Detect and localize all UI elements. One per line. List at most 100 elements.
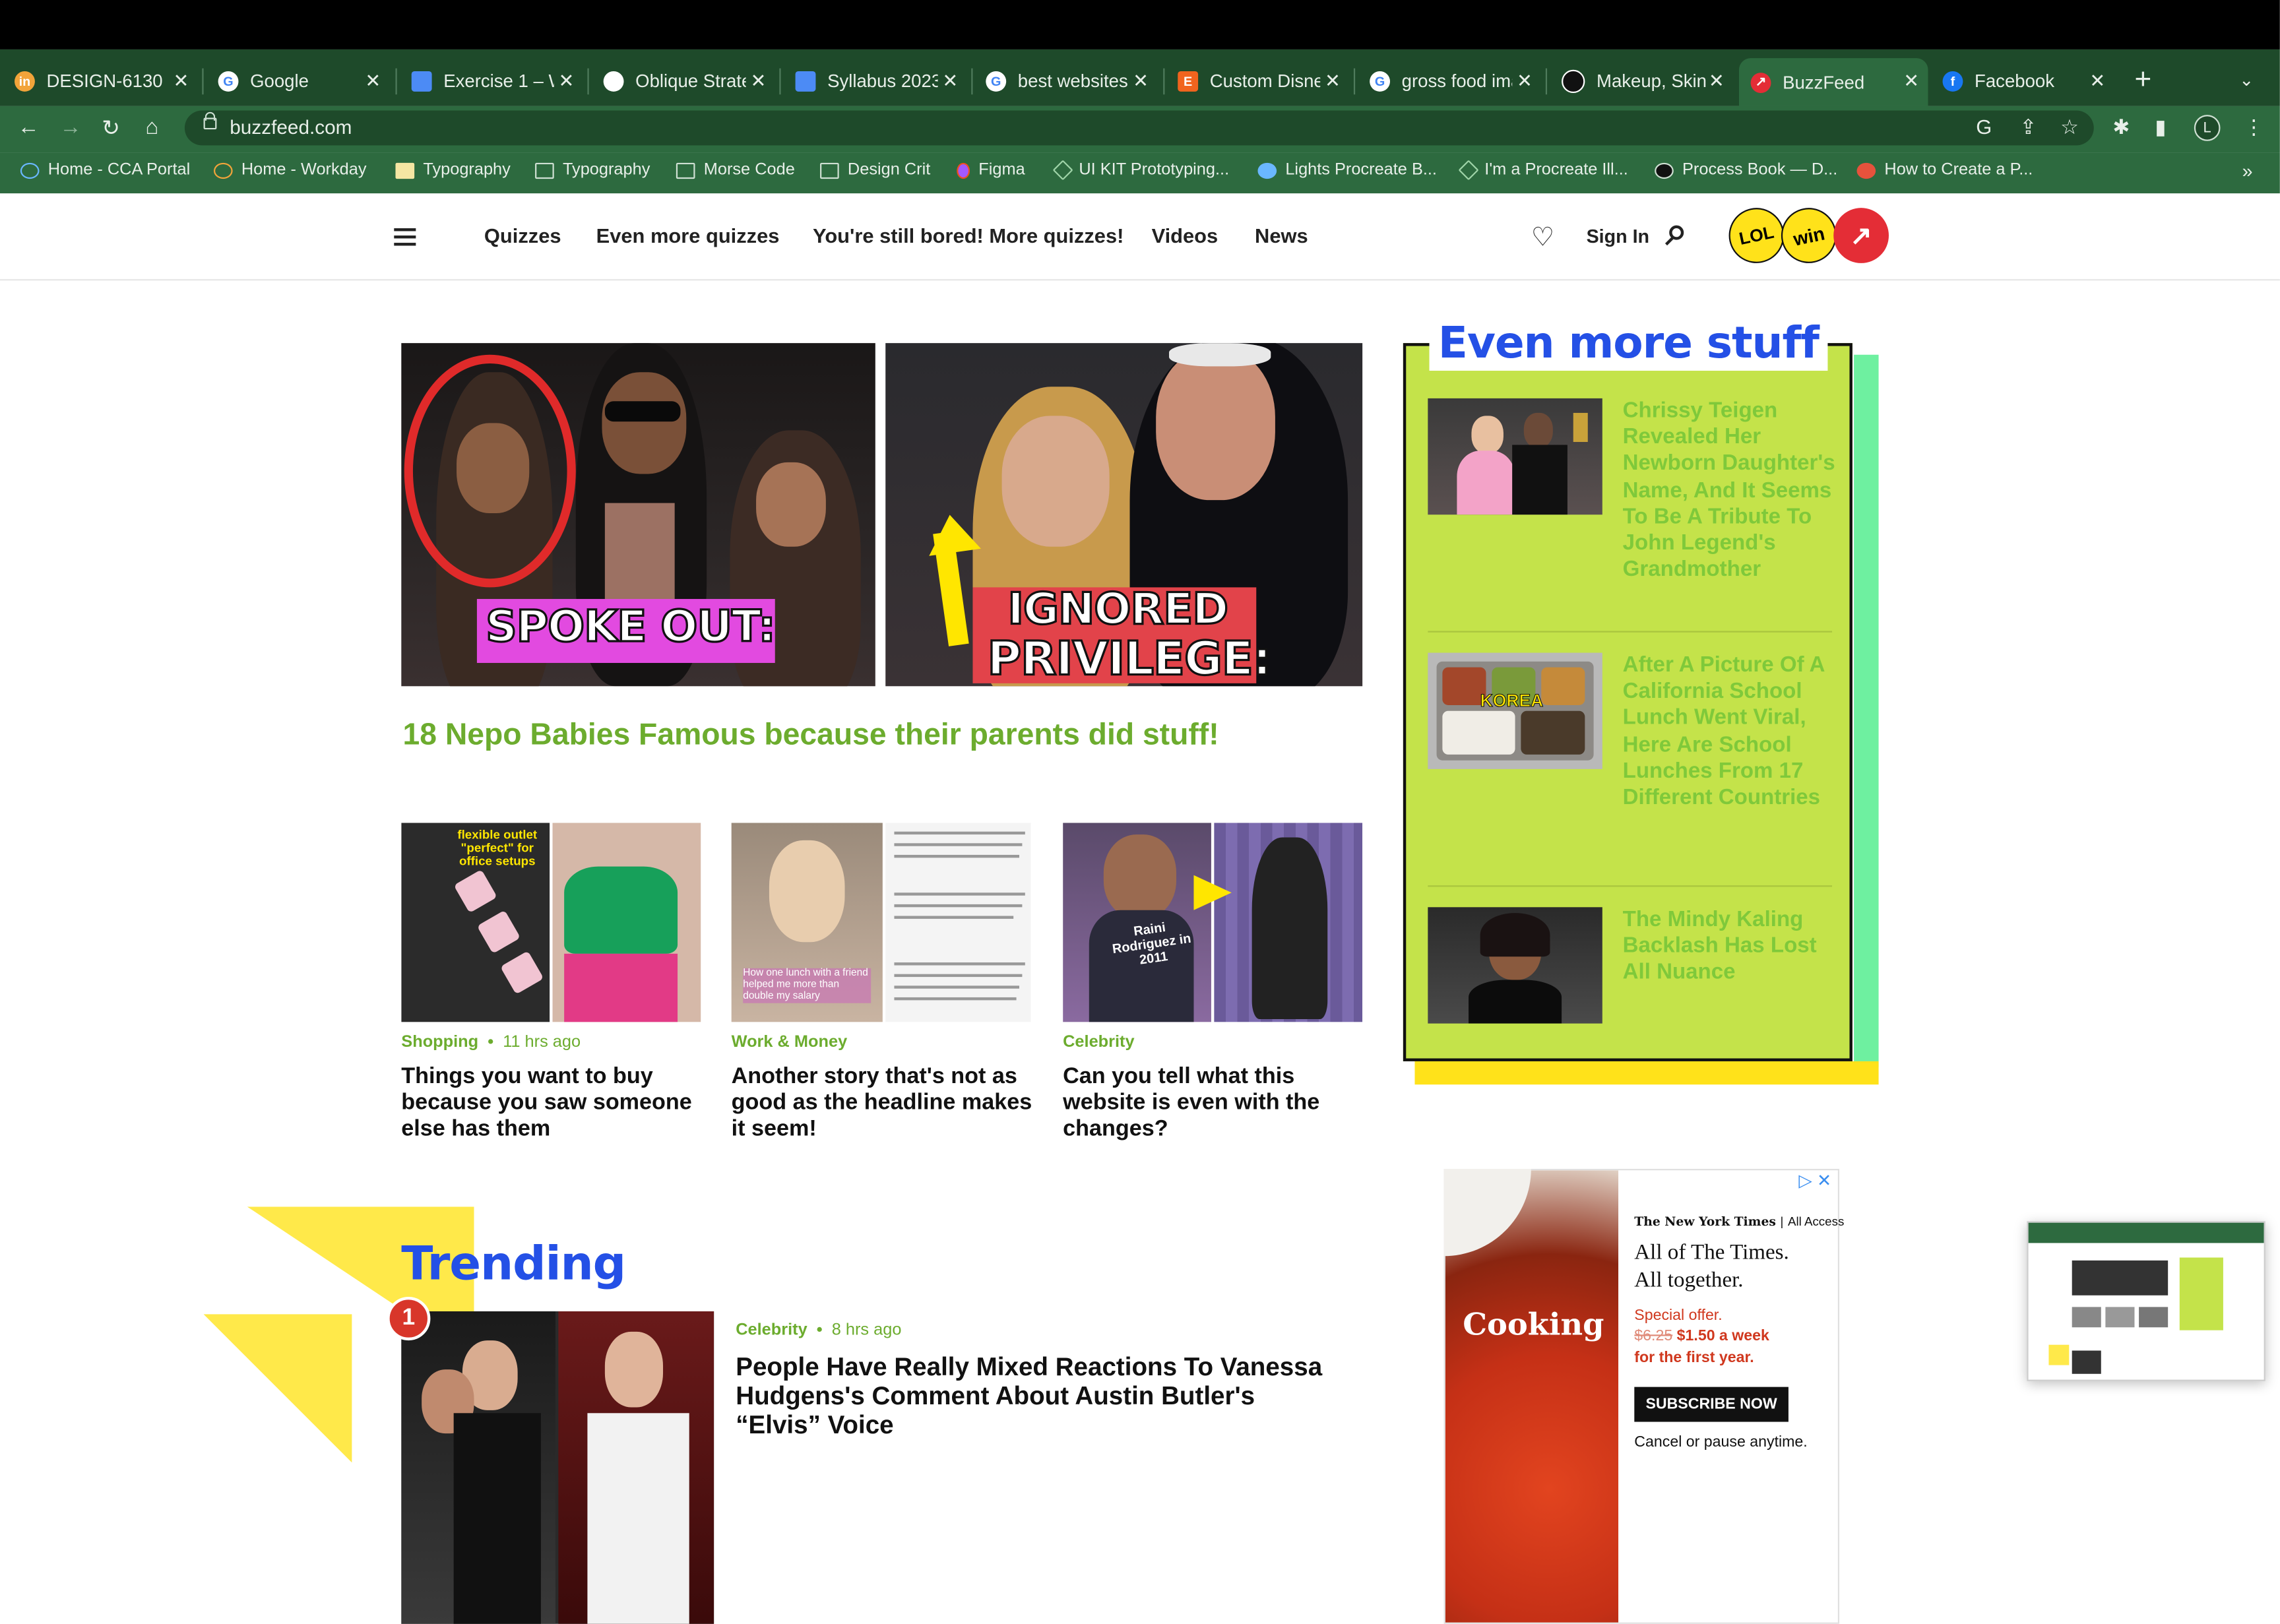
google-lens-icon[interactable]: G xyxy=(1976,115,1992,138)
nav-videos[interactable]: Videos xyxy=(1152,224,1219,247)
bookmark-typography-2[interactable]: Typography xyxy=(535,162,650,179)
folder-icon xyxy=(535,162,554,178)
bookmark-workday[interactable]: Home - Workday xyxy=(213,162,367,179)
tab-exercise[interactable]: Exercise 1 – W ✕ xyxy=(411,58,583,105)
reload-icon[interactable]: ↻ xyxy=(102,115,120,141)
card-title[interactable]: Another story that's not as good as the … xyxy=(732,1064,1037,1142)
bookmarks-overflow-icon[interactable]: » xyxy=(2242,160,2253,181)
bookmark-cca-portal[interactable]: Home - CCA Portal xyxy=(20,162,190,179)
bookmark-procreate-ill[interactable]: I'm a Procreate Ill... xyxy=(1458,160,1628,181)
food-shape xyxy=(1521,710,1585,755)
home-icon[interactable]: ⌂ xyxy=(145,115,158,139)
sidebar-item-title[interactable]: After A Picture Of A California School L… xyxy=(1623,653,1841,812)
ad-close-icon[interactable]: ▷ ✕ xyxy=(1798,1170,1831,1191)
heart-icon[interactable]: ♡ xyxy=(1531,222,1555,253)
card-title[interactable]: Can you tell what this website is even w… xyxy=(1063,1064,1368,1142)
article-thumbnail[interactable]: flexible outlet "perfect" for office set… xyxy=(401,823,701,1022)
screenshot-preview[interactable] xyxy=(2027,1221,2265,1381)
ad-subscribe-button[interactable]: SUBSCRIBE NOW xyxy=(1634,1387,1789,1422)
sidebar-thumbnail[interactable] xyxy=(1428,398,1602,515)
tab-design[interactable]: in DESIGN-6130- ✕ xyxy=(15,58,198,105)
article-thumbnail[interactable]: How one lunch with a friend helped me mo… xyxy=(731,823,1031,1022)
close-icon[interactable]: ✕ xyxy=(173,70,189,93)
extensions-icon[interactable]: ✱ xyxy=(2112,115,2130,139)
side-panel-icon[interactable]: ▮ xyxy=(2155,115,2166,139)
docs-icon xyxy=(795,71,816,92)
hero-headline[interactable]: 18 Nepo Babies Famous because their pare… xyxy=(403,718,1219,753)
url-text[interactable]: buzzfeed.com xyxy=(230,116,352,138)
menu-dots-icon[interactable]: ⋮ xyxy=(2244,115,2264,139)
article-thumbnail[interactable]: Raini Rodriguez in 2011 xyxy=(1063,823,1363,1022)
tab-buzzfeed[interactable]: ↗ BuzzFeed ✕ xyxy=(1738,58,1928,106)
bookmark-ui-kit[interactable]: UI KIT Prototyping... xyxy=(1052,160,1229,181)
back-icon[interactable]: ← xyxy=(17,115,39,139)
tab-title: gross food ima xyxy=(1401,71,1513,92)
tab-gross-food[interactable]: G gross food ima ✕ xyxy=(1370,58,1541,105)
close-icon[interactable]: ✕ xyxy=(942,70,958,93)
bookmark-typography-1[interactable]: Typography xyxy=(395,162,511,179)
trending-arrow-icon[interactable]: ↗ xyxy=(1833,208,1889,263)
sidebar-item-title[interactable]: Chrissy Teigen Revealed Her Newborn Daug… xyxy=(1623,398,1841,584)
tab-title: DESIGN-6130- xyxy=(46,71,163,92)
close-icon[interactable]: ✕ xyxy=(1517,70,1533,93)
bookmark-figma[interactable]: Figma xyxy=(957,162,1025,179)
card-title[interactable]: Things you want to buy because you saw s… xyxy=(401,1064,707,1142)
sidebar-thumbnail[interactable]: KOREA xyxy=(1428,652,1602,769)
share-icon[interactable]: ⇪ xyxy=(2019,115,2037,139)
nav-news[interactable]: News xyxy=(1255,224,1308,247)
sign-in-link[interactable]: Sign In xyxy=(1587,226,1650,247)
tab-facebook[interactable]: f Facebook ✕ xyxy=(1942,58,2114,105)
hamburger-menu-icon[interactable] xyxy=(394,228,416,246)
close-icon[interactable]: ✕ xyxy=(559,70,575,93)
photo-face xyxy=(1471,416,1504,454)
sidebar-thumbnail[interactable] xyxy=(1428,907,1602,1024)
bookmark-morse-code[interactable]: Morse Code xyxy=(676,162,795,179)
sidebar-item-title[interactable]: The Mindy Kaling Backlash Has Lost All N… xyxy=(1623,907,1841,986)
hero-image[interactable]: SPOKE OUT: IGNORED PRIVILEGE: xyxy=(401,343,1363,687)
bookmark-lights-procreate[interactable]: Lights Procreate B... xyxy=(1257,162,1437,179)
tab-makeup[interactable]: Makeup, Skinc ✕ xyxy=(1562,58,1733,105)
photo-suit xyxy=(1512,445,1568,515)
category-label[interactable]: Celebrity xyxy=(736,1321,807,1338)
photo-pants xyxy=(564,953,678,1022)
new-tab-button[interactable]: + xyxy=(2134,64,2151,98)
search-icon[interactable] xyxy=(1669,225,1684,240)
bookmark-star-icon[interactable]: ☆ xyxy=(2060,115,2079,139)
lock-icon[interactable] xyxy=(203,111,217,130)
chevron-down-icon[interactable]: ⌄ xyxy=(2239,70,2254,90)
close-icon[interactable]: ✕ xyxy=(365,70,381,93)
close-icon[interactable]: ✕ xyxy=(1325,70,1341,93)
nav-even-more-quizzes[interactable]: Even more quizzes xyxy=(596,224,780,247)
close-icon[interactable]: ✕ xyxy=(1903,70,1919,93)
tab-custom-disney[interactable]: E Custom Disne ✕ xyxy=(1178,58,1349,105)
article-card[interactable]: Raini Rodriguez in 2011 xyxy=(1063,823,1363,1022)
medium-icon xyxy=(1655,162,1674,178)
profile-avatar[interactable]: L xyxy=(2194,115,2221,141)
card-meta: Celebrity xyxy=(1063,1034,1134,1051)
tab-best-websites[interactable]: G best websites ✕ xyxy=(986,58,1157,105)
nav-quizzes[interactable]: Quizzes xyxy=(484,224,561,247)
close-icon[interactable]: ✕ xyxy=(1709,70,1725,93)
article-card[interactable]: How one lunch with a friend helped me mo… xyxy=(731,823,1031,1022)
nav-still-bored[interactable]: You're still bored! More quizzes! xyxy=(813,224,1124,247)
bookmark-design-crit[interactable]: Design Crit xyxy=(820,162,930,179)
category-label[interactable]: Work & Money xyxy=(732,1034,848,1051)
tab-syllabus[interactable]: Syllabus 2023 ✕ xyxy=(795,58,967,105)
buzzfeed-icon: ↗ xyxy=(1750,72,1771,92)
close-icon[interactable]: ✕ xyxy=(1133,70,1149,93)
trending-thumbnail[interactable] xyxy=(401,1311,714,1624)
category-label[interactable]: Shopping xyxy=(401,1034,478,1051)
close-icon[interactable]: ✕ xyxy=(750,70,766,93)
close-icon[interactable]: ✕ xyxy=(2089,70,2105,93)
bookmark-how-to-create[interactable]: How to Create a P... xyxy=(1856,162,2033,179)
category-label[interactable]: Celebrity xyxy=(1063,1034,1134,1051)
trending-title[interactable]: People Have Really Mixed Reactions To Va… xyxy=(736,1352,1346,1439)
tab-oblique[interactable]: Oblique Strate ✕ xyxy=(603,58,775,105)
tab-google[interactable]: G Google ✕ xyxy=(218,58,390,105)
bookmark-process-book[interactable]: Process Book — D... xyxy=(1655,162,1837,179)
red-circle-annotation xyxy=(404,354,576,588)
forward-icon[interactable]: → xyxy=(59,115,81,139)
address-bar[interactable] xyxy=(184,110,2094,146)
article-card[interactable]: flexible outlet "perfect" for office set… xyxy=(401,823,701,1022)
hero-image-left: SPOKE OUT: xyxy=(401,343,875,687)
